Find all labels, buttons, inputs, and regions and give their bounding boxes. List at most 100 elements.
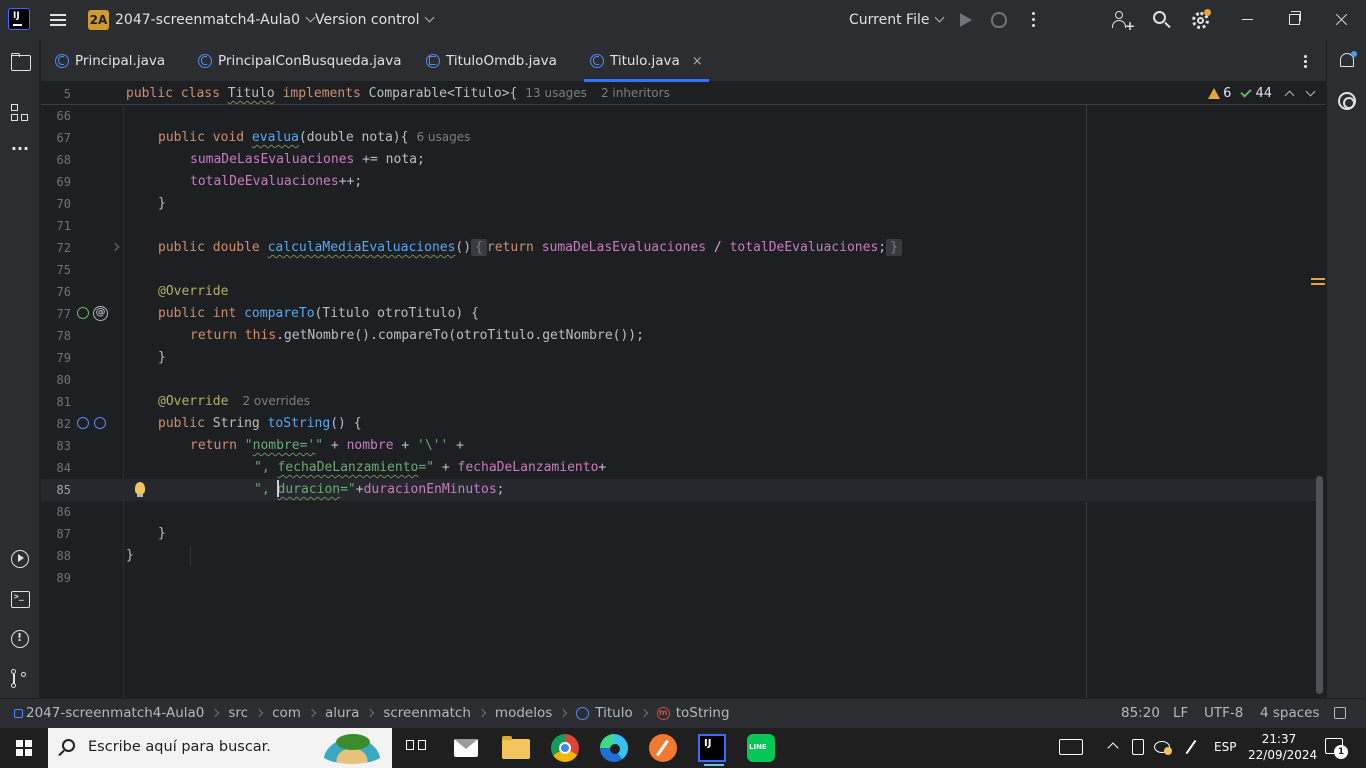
add-user-icon[interactable]: + bbox=[1111, 10, 1135, 33]
sticky-line[interactable]: 5 public class Titulo implements Compara… bbox=[41, 83, 1326, 105]
debug-icon[interactable] bbox=[991, 12, 1007, 28]
tab-titulo[interactable]: Titulo.java × bbox=[584, 40, 709, 82]
search-placeholder: Escribe aquí para buscar. bbox=[88, 739, 271, 755]
line-app-icon[interactable] bbox=[747, 734, 775, 762]
method-icon: m bbox=[656, 706, 670, 720]
overridden-method-icon[interactable] bbox=[94, 417, 106, 429]
settings-gear-icon[interactable] bbox=[1191, 9, 1211, 30]
more-actions-icon[interactable] bbox=[1032, 12, 1036, 28]
search-icon[interactable] bbox=[1152, 10, 1172, 30]
run-config-selector[interactable]: Current File bbox=[849, 12, 945, 28]
close-window-button[interactable] bbox=[1334, 13, 1348, 27]
read-only-toggle-icon[interactable] bbox=[1334, 707, 1346, 719]
implements-method-icon[interactable] bbox=[77, 307, 89, 319]
line-number: 77 bbox=[56, 307, 71, 321]
code-editor[interactable]: 5 public class Titulo implements Compara… bbox=[41, 83, 1326, 698]
task-view-icon[interactable] bbox=[404, 734, 432, 762]
minimize-window-button[interactable] bbox=[1242, 19, 1253, 20]
next-highlight-icon[interactable] bbox=[1305, 86, 1316, 97]
code-text: + bbox=[448, 438, 464, 453]
breadcrumb-titulo[interactable]: Titulo bbox=[576, 705, 633, 721]
keyword: return bbox=[486, 240, 542, 255]
line-separator[interactable]: LF bbox=[1173, 705, 1188, 721]
run-icon[interactable] bbox=[960, 13, 972, 27]
breadcrumb-tostring[interactable]: m toString bbox=[656, 705, 730, 721]
edge-icon[interactable] bbox=[600, 734, 628, 762]
code-line: 70 } bbox=[41, 193, 1317, 215]
line-number: 66 bbox=[56, 109, 71, 123]
usages-hint[interactable]: 6 usages bbox=[416, 130, 470, 144]
input-language[interactable]: ESP bbox=[1214, 740, 1236, 754]
structure-icon[interactable] bbox=[10, 103, 30, 123]
lightbulb-icon[interactable] bbox=[135, 482, 145, 497]
chrome-icon[interactable] bbox=[551, 734, 579, 762]
usages-hint[interactable]: 13 usages bbox=[525, 86, 587, 100]
warning-icon bbox=[1208, 88, 1221, 99]
notification-center-icon[interactable]: 1 bbox=[1325, 738, 1348, 759]
network-icon[interactable] bbox=[1154, 739, 1172, 755]
breadcrumb-com[interactable]: com bbox=[272, 705, 301, 721]
java-class-icon bbox=[55, 54, 69, 68]
show-hidden-icons-icon[interactable] bbox=[1107, 742, 1119, 754]
more-tools-icon[interactable]: ··· bbox=[10, 141, 30, 163]
tab-titulo-omdb[interactable]: TituloOmdb.java bbox=[426, 40, 557, 82]
check-icon bbox=[1240, 85, 1253, 98]
annotation-gutter-icon[interactable]: @ bbox=[93, 306, 108, 321]
tab-principal-con-busqueda[interactable]: PrincipalConBusqueda.java bbox=[198, 40, 401, 82]
services-icon[interactable] bbox=[10, 549, 30, 569]
pen-workspace-icon[interactable] bbox=[1183, 739, 1199, 755]
mail-app-icon[interactable] bbox=[454, 739, 478, 757]
folded-region[interactable]: } bbox=[886, 239, 902, 256]
notifications-bell-icon[interactable] bbox=[1338, 51, 1357, 70]
breadcrumb-alura[interactable]: alura bbox=[325, 705, 359, 721]
main-menu-icon[interactable] bbox=[48, 10, 68, 30]
windows-start-icon[interactable] bbox=[16, 740, 32, 756]
close-tab-icon[interactable]: × bbox=[692, 54, 703, 69]
project-selector[interactable]: 2047-screenmatch4-Aula0 bbox=[115, 12, 316, 28]
device-icon[interactable] bbox=[1132, 739, 1144, 755]
line-number: 89 bbox=[56, 571, 71, 585]
title-bar: IJ 2A 2047-screenmatch4-Aula0 Version co… bbox=[0, 0, 1366, 40]
git-icon[interactable] bbox=[10, 669, 30, 689]
restore-window-button[interactable] bbox=[1289, 11, 1301, 25]
breadcrumb-modelos[interactable]: modelos bbox=[495, 705, 552, 721]
touch-keyboard-icon[interactable] bbox=[1059, 739, 1083, 755]
breadcrumb-project[interactable]: 2047-screenmatch4-Aula0 bbox=[14, 705, 204, 721]
tab-principal[interactable]: Principal.java bbox=[55, 40, 165, 82]
breadcrumb-src[interactable]: src bbox=[228, 705, 248, 721]
line-number: 75 bbox=[56, 263, 71, 277]
intellij-taskbar-icon[interactable] bbox=[698, 734, 726, 766]
tab-options-icon[interactable] bbox=[1304, 55, 1308, 69]
version-control-menu[interactable]: Version control bbox=[315, 12, 435, 28]
breadcrumb-screenmatch[interactable]: screenmatch bbox=[383, 705, 471, 721]
overrides-hint[interactable]: 2 overrides bbox=[242, 394, 310, 408]
code-text: return this.getNombre().compareTo(otroTi… bbox=[190, 325, 644, 347]
error-stripe-marker[interactable] bbox=[1311, 278, 1325, 285]
terminal-icon[interactable] bbox=[10, 589, 30, 609]
keyword: public int bbox=[158, 306, 245, 321]
field-name: fechaDeLanzamiento bbox=[457, 460, 599, 475]
line-number: 82 bbox=[56, 417, 71, 431]
field-name: totalDeEvaluaciones bbox=[190, 174, 339, 189]
project-badge[interactable]: 2A bbox=[88, 10, 109, 30]
project-folder-icon[interactable] bbox=[10, 52, 31, 72]
overrides-method-icon[interactable] bbox=[77, 417, 89, 429]
taskbar-search-box[interactable]: Escribe aquí para buscar. bbox=[48, 728, 392, 768]
pen-app-icon[interactable] bbox=[649, 734, 677, 762]
breadcrumb-label: Titulo bbox=[595, 705, 633, 721]
expand-fold-icon[interactable] bbox=[110, 242, 120, 252]
keyword: return this bbox=[190, 328, 277, 343]
problems-icon[interactable] bbox=[10, 629, 30, 649]
folded-region[interactable]: { bbox=[471, 239, 487, 256]
previous-highlight-icon[interactable] bbox=[1284, 90, 1295, 101]
vertical-scrollbar[interactable] bbox=[1316, 476, 1323, 694]
caret-position[interactable]: 85:20 bbox=[1121, 705, 1160, 721]
keyword: public bbox=[126, 86, 173, 101]
system-clock[interactable]: 21:37 22/09/2024 bbox=[1248, 731, 1317, 763]
file-encoding[interactable]: UTF-8 bbox=[1204, 705, 1243, 721]
file-explorer-icon[interactable] bbox=[502, 736, 530, 759]
inheritors-hint[interactable]: 2 inheritors bbox=[601, 86, 670, 100]
ai-assistant-icon[interactable] bbox=[1338, 92, 1356, 110]
indent-setting[interactable]: 4 spaces bbox=[1260, 705, 1320, 721]
inspection-widget[interactable]: 6 44 bbox=[1208, 85, 1316, 101]
